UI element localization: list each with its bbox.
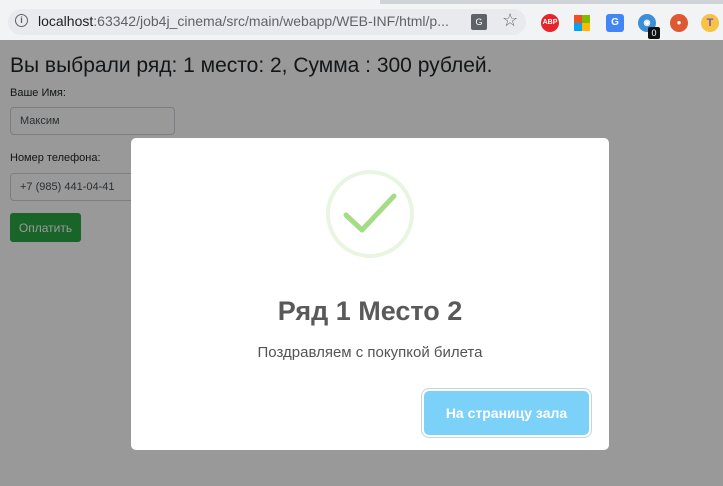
- info-icon[interactable]: i: [15, 14, 28, 27]
- duckduckgo-icon[interactable]: ●: [670, 14, 688, 32]
- t-extension-icon[interactable]: T: [701, 14, 719, 32]
- url-text[interactable]: localhost:63342/job4j_cinema/src/main/we…: [38, 13, 449, 29]
- bookmark-star-icon[interactable]: ☆: [502, 10, 518, 31]
- address-bar[interactable]: i localhost:63342/job4j_cinema/src/main/…: [8, 9, 526, 35]
- url-host: localhost: [38, 13, 94, 29]
- google-translate-icon[interactable]: G: [606, 14, 624, 32]
- modal-title: Ряд 1 Место 2: [277, 296, 463, 326]
- browser-chrome: i localhost:63342/job4j_cinema/src/main/…: [0, 0, 723, 40]
- success-modal: Ряд 1 Место 2 Поздравляем с покупкой бил…: [131, 138, 609, 450]
- go-to-hall-button[interactable]: На страницу зала: [424, 391, 589, 435]
- modal-text: Поздравляем с покупкой билета: [257, 344, 483, 361]
- adblock-plus-icon[interactable]: ABP: [541, 14, 559, 32]
- browser-toolbar: i localhost:63342/job4j_cinema/src/main/…: [0, 4, 723, 40]
- success-check-icon: [326, 170, 414, 258]
- extension-badge: 0: [648, 27, 660, 39]
- url-path: :63342/job4j_cinema/src/main/webapp/WEB-…: [93, 13, 449, 29]
- translate-icon[interactable]: G: [471, 14, 487, 30]
- microsoft-extension-icon[interactable]: [574, 15, 590, 31]
